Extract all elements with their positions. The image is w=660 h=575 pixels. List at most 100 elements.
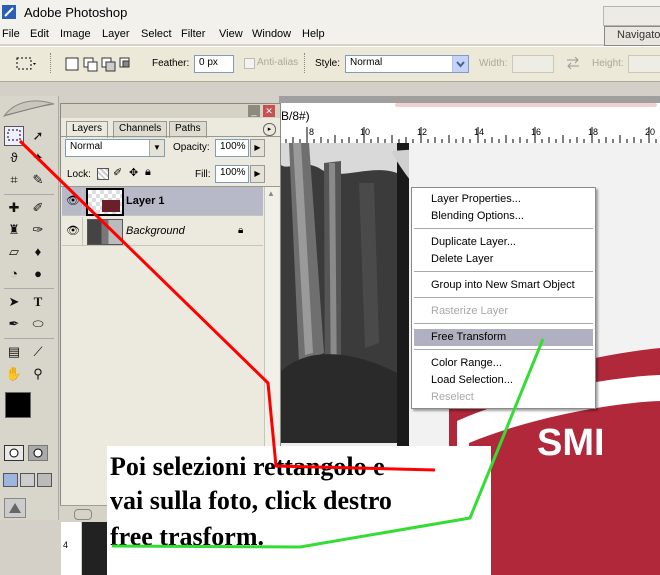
ruler-tick-10: 10	[360, 127, 371, 137]
ruler-tick-16: 16	[531, 127, 542, 137]
menu-item-delete-layer[interactable]: Delete Layer	[414, 251, 593, 268]
brush-tool-icon[interactable]: ✐	[28, 198, 48, 218]
menu-file[interactable]: File	[2, 28, 20, 40]
ruler-ticks	[285, 127, 657, 143]
foreground-color-swatch[interactable]	[5, 392, 31, 418]
feather-logo-icon	[2, 100, 55, 117]
eye-icon[interactable]: 👁︎	[66, 225, 80, 237]
antialias-label: Anti-alias	[257, 57, 299, 68]
jump-to-imageready-icon[interactable]	[4, 498, 26, 518]
zoom-tool-icon[interactable]: ⚲	[28, 364, 48, 384]
window-controls[interactable]	[603, 6, 660, 26]
lock-paint-icon[interactable]: ✐	[113, 166, 122, 179]
link-layers-icon[interactable]	[74, 509, 92, 520]
close-icon[interactable]: ✕	[263, 105, 275, 117]
menu-item-load-selection[interactable]: Load Selection...	[414, 372, 593, 389]
screen-mode-full-menu-icon[interactable]	[20, 473, 35, 487]
toolbox-divider	[4, 194, 54, 195]
fill-label: Fill:	[195, 169, 211, 180]
toolbox-divider-2	[4, 288, 54, 289]
menu-filter[interactable]: Filter	[181, 28, 205, 40]
lock-move-icon[interactable]: ✥	[129, 166, 138, 179]
menu-layer[interactable]: Layer	[102, 28, 130, 40]
dodge-tool-icon[interactable]: ●	[28, 264, 48, 284]
fill-input[interactable]: 100%	[215, 165, 249, 183]
rectangular-marquee-preset-icon[interactable]	[15, 55, 37, 73]
minimize-icon[interactable]: _	[248, 105, 260, 117]
navigator-tab[interactable]: Navigator	[604, 26, 660, 46]
antialias-checkbox[interactable]	[244, 58, 255, 69]
move-tool-icon[interactable]: ➚	[28, 126, 48, 146]
lock-all-icon[interactable]: 🔒︎	[145, 166, 151, 179]
paint-bucket-tool-icon[interactable]: ♦	[28, 242, 48, 262]
height-input[interactable]	[628, 55, 660, 73]
menu-image[interactable]: Image	[60, 28, 91, 40]
fill-slider-arrow[interactable]: ▶	[250, 165, 265, 183]
menu-item-blending-options[interactable]: Blending Options...	[414, 208, 593, 225]
caption-line-3: free trasform.	[110, 522, 264, 551]
layer-row-layer-1[interactable]: 👁︎ Layer 1	[62, 187, 263, 216]
lasso-tool-icon[interactable]: ϑ	[4, 148, 24, 168]
feather-label: Feather:	[152, 58, 190, 69]
menu-item-free-transform[interactable]: Free Transform	[414, 329, 593, 346]
menu-item-layer-properties[interactable]: Layer Properties...	[414, 191, 593, 208]
toolbox-divider-3	[4, 338, 54, 339]
menu-window[interactable]: Window	[252, 28, 291, 40]
opacity-input[interactable]: 100%	[215, 139, 249, 157]
screen-mode-full-icon[interactable]	[37, 473, 52, 487]
menu-item-rasterize-layer: Rasterize Layer	[431, 305, 509, 317]
swap-icon[interactable]	[566, 57, 580, 69]
photoshop-app-icon	[2, 5, 16, 19]
path-selection-tool-icon[interactable]: ➤	[4, 292, 24, 312]
navigator-tab-label: Navigator	[617, 29, 660, 41]
eyedropper-tool-icon[interactable]: ⟋	[28, 342, 48, 362]
vertical-ruler: 4	[61, 522, 81, 575]
toolbox: ➚ ϑ ✦ ⌗ ✎ ✚ ✐ ♜ ✑ ▱ ♦ ◔ ● ➤ T ✒ ⬭ ▤ ⟋ ✋ …	[0, 96, 59, 520]
selection-mode-icons[interactable]	[64, 55, 136, 73]
chevron-down-icon[interactable]: ▼	[149, 140, 164, 156]
style-label: Style:	[315, 58, 341, 69]
feather-input[interactable]: 0 px	[194, 55, 234, 73]
quick-mask-button[interactable]	[28, 445, 48, 461]
hand-tool-icon[interactable]: ✋	[4, 364, 24, 384]
healing-brush-tool-icon[interactable]: ✚	[4, 198, 24, 218]
menu-edit[interactable]: Edit	[30, 28, 49, 40]
menu-help[interactable]: Help	[302, 28, 325, 40]
opacity-value: 100%	[220, 141, 246, 152]
type-tool-icon[interactable]: T	[28, 292, 48, 312]
notes-tool-icon[interactable]: ▤	[4, 342, 24, 362]
menu-item-color-range[interactable]: Color Range...	[414, 355, 593, 372]
layers-panel-header: _ ✕	[61, 104, 280, 118]
slice-tool-icon[interactable]: ✎	[28, 170, 48, 190]
ellipse-shape-tool-icon[interactable]: ⬭	[28, 314, 48, 334]
opacity-slider-arrow[interactable]: ▶	[250, 139, 265, 157]
blur-tool-icon[interactable]: ◔	[4, 264, 24, 284]
eraser-tool-icon[interactable]: ▱	[4, 242, 24, 262]
scroll-up-icon[interactable]: ▲	[267, 189, 275, 198]
history-brush-tool-icon[interactable]: ✑	[28, 220, 48, 240]
eye-icon[interactable]: 👁︎	[66, 195, 80, 207]
menu-select[interactable]: Select	[141, 28, 172, 40]
chevron-down-icon[interactable]	[452, 56, 468, 72]
magic-wand-tool-icon[interactable]: ✦	[28, 148, 48, 168]
clone-stamp-tool-icon[interactable]: ♜	[4, 220, 24, 240]
menu-view[interactable]: View	[219, 28, 243, 40]
layer-context-menu: Layer Properties... Blending Options... …	[411, 187, 596, 409]
menu-item-group-smart-object[interactable]: Group into New Smart Object	[414, 277, 593, 294]
pen-tool-icon[interactable]: ✒	[4, 314, 24, 334]
layer-row-background[interactable]: 👁︎ Background 🔒︎	[62, 217, 263, 246]
standard-mode-button[interactable]	[4, 445, 24, 461]
panel-menu-icon[interactable]: ▸	[263, 123, 276, 136]
tutorial-caption: Poi selezioni rettangolo e vai sulla fot…	[107, 446, 491, 575]
lock-transparency-icon[interactable]	[97, 168, 109, 180]
width-input[interactable]	[512, 55, 554, 73]
feather-value: 0 px	[199, 57, 218, 68]
menu-item-duplicate-layer[interactable]: Duplicate Layer...	[414, 234, 593, 251]
style-select[interactable]: Normal	[345, 55, 469, 73]
blend-mode-select[interactable]: Normal ▼	[65, 139, 165, 157]
sign-text: SMI	[537, 422, 605, 464]
crop-tool-icon[interactable]: ⌗	[4, 170, 24, 190]
height-label: Height:	[592, 58, 624, 69]
screen-mode-standard-icon[interactable]	[3, 473, 18, 487]
marquee-tool-icon[interactable]	[4, 126, 24, 146]
